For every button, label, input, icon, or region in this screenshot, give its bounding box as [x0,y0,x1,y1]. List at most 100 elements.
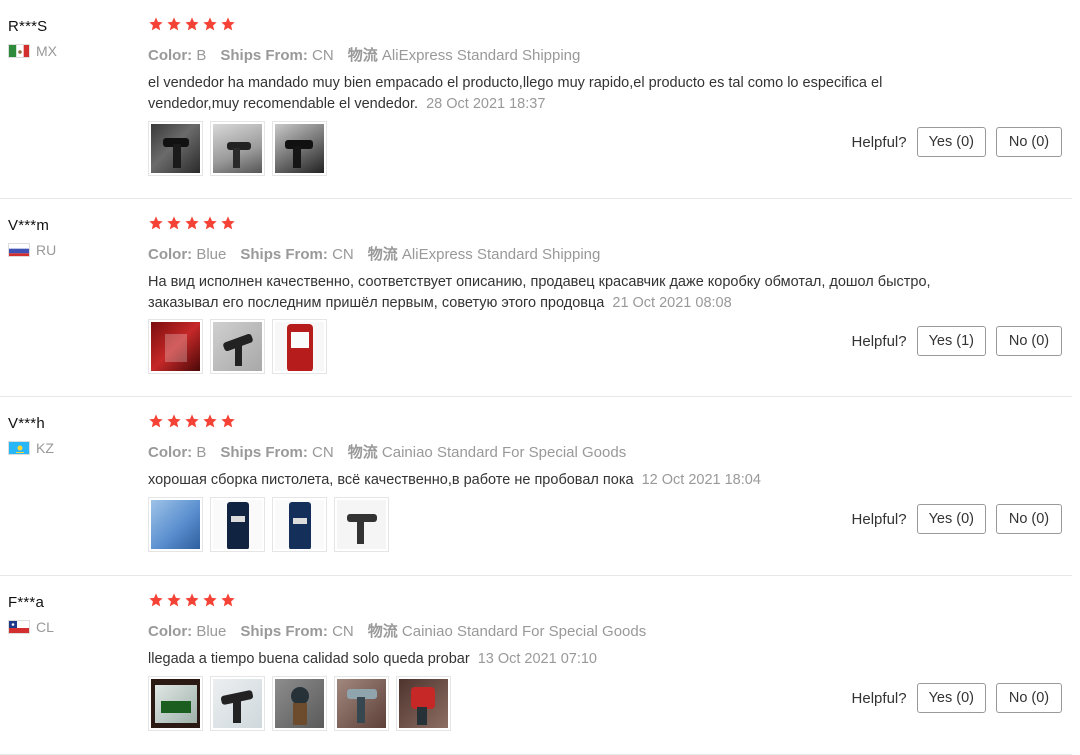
reviewer-info: V***h KZ [8,415,54,456]
order-info: Color: B Ships From: CN 物流 AliExpress Stan… [148,44,948,65]
helpful-no-button[interactable]: No (0) [996,683,1062,713]
review-photo-thumbnail[interactable] [396,676,451,731]
review-content: Color: B Ships From: CN 物流 Cainiao Standar… [148,413,948,491]
review-date: 13 Oct 2021 07:10 [477,651,598,667]
review-photo-thumbnail[interactable] [272,121,327,176]
ships-from-value: CN [312,444,334,461]
review-date: 28 Oct 2021 18:37 [426,96,546,112]
ships-from-value: CN [332,246,354,263]
logistics-value: AliExpress Standard Shipping [381,47,581,64]
review-photo-thumbnail[interactable] [210,121,265,176]
review-photo-thumbnail[interactable] [272,497,327,552]
logistics-label: 物流 [347,444,378,461]
color-value: B [196,47,207,64]
star-icon [167,17,181,31]
reviewer-country: KZ [8,440,54,456]
country-code: KZ [36,440,54,456]
star-icon [221,17,235,31]
review-date: 12 Oct 2021 18:04 [641,472,761,488]
review-text: На вид исполнен качественно, соответству… [148,272,938,314]
logistics-label: 物流 [367,623,398,640]
color-label: Color: [148,444,193,461]
star-icon [149,17,163,31]
review-photo-thumbnail[interactable] [272,319,327,374]
star-rating [148,592,948,610]
review-body: llegada a tiempo buena calidad solo qued… [148,651,470,667]
ships-from-label: Ships From: [240,246,328,263]
review-text: el vendedor ha mandado muy bien empacado… [148,73,938,115]
star-rating [148,215,948,233]
review-content: Color: B Ships From: CN 物流 AliExpress Stan… [148,16,948,115]
review-photo-thumbnail[interactable] [334,497,389,552]
ships-from-label: Ships From: [240,623,328,640]
color-label: Color: [148,246,193,263]
reviewer-name: R***S [8,18,48,35]
star-rating [148,413,948,431]
review-photo-thumbnail[interactable] [148,319,203,374]
helpful-vote: Helpful? Yes (1) No (0) [852,326,1062,356]
review-photo-thumbnail[interactable] [210,497,265,552]
reviewer-name: V***m [8,217,50,234]
review-photos [148,676,451,731]
reviewer-name: F***a [8,594,45,611]
helpful-no-button[interactable]: No (0) [996,504,1062,534]
review-item: V***h KZ Color: B Ships From: CN 物流 Cainia… [0,397,1072,576]
helpful-label: Helpful? [851,689,907,707]
star-icon [221,216,235,230]
chile-flag-icon [8,620,30,634]
review-photo-thumbnail[interactable] [210,319,265,374]
reviewer-country: MX [8,43,57,59]
review-photo-thumbnail[interactable] [148,497,203,552]
review-photo-thumbnail[interactable] [334,676,389,731]
helpful-no-button[interactable]: No (0) [996,326,1062,356]
helpful-yes-button[interactable]: Yes (0) [916,504,986,534]
logistics-label: 物流 [367,246,398,263]
review-photo-thumbnail[interactable] [148,676,203,731]
review-item: R***S MX Color: B Ships From: CN 物流 AliExp… [0,0,1072,199]
reviewer-info: F***a CL [8,594,54,635]
review-item: F***a CL Color: Blue Ships From: CN 物流 Cai… [0,576,1072,755]
reviewer-country: RU [8,242,56,258]
color-value: Blue [196,623,227,640]
mexico-flag-icon [8,44,30,58]
logistics-value: AliExpress Standard Shipping [401,246,601,263]
review-photo-thumbnail[interactable] [272,676,327,731]
helpful-yes-button[interactable]: Yes (1) [916,326,986,356]
review-content: Color: Blue Ships From: CN 物流 Cainiao Stan… [148,592,948,670]
star-icon [149,593,163,607]
helpful-label: Helpful? [851,133,907,151]
helpful-label: Helpful? [851,332,907,350]
review-content: Color: Blue Ships From: CN 物流 AliExpress S… [148,215,948,314]
star-icon [149,216,163,230]
star-icon [203,593,217,607]
review-item: V***m RU Color: Blue Ships From: CN 物流 Ali… [0,199,1072,397]
star-icon [185,593,199,607]
ships-from-value: CN [332,623,354,640]
helpful-yes-button[interactable]: Yes (0) [916,127,986,157]
star-icon [185,216,199,230]
kazakhstan-flag-icon [8,441,30,455]
reviewer-info: V***m RU [8,217,56,258]
helpful-vote: Helpful? Yes (0) No (0) [852,127,1062,157]
reviewer-name: V***h [8,415,45,432]
reviewer-country: CL [8,619,54,635]
star-icon [185,17,199,31]
logistics-value: Cainiao Standard For Special Goods [401,623,647,640]
country-code: RU [36,242,57,258]
helpful-vote: Helpful? Yes (0) No (0) [852,683,1062,713]
order-info: Color: Blue Ships From: CN 物流 AliExpress S… [148,243,948,264]
helpful-yes-button[interactable]: Yes (0) [916,683,986,713]
order-info: Color: B Ships From: CN 物流 Cainiao Standar… [148,441,948,462]
review-photos [148,319,327,374]
review-text: llegada a tiempo buena calidad solo qued… [148,649,938,670]
color-value: B [196,444,207,461]
review-photos [148,497,389,552]
reviewer-info: R***S MX [8,18,57,59]
logistics-label: 物流 [347,47,378,64]
star-icon [149,414,163,428]
order-info: Color: Blue Ships From: CN 物流 Cainiao Stan… [148,620,948,641]
review-photo-thumbnail[interactable] [210,676,265,731]
color-label: Color: [148,623,193,640]
helpful-no-button[interactable]: No (0) [996,127,1062,157]
review-photo-thumbnail[interactable] [148,121,203,176]
